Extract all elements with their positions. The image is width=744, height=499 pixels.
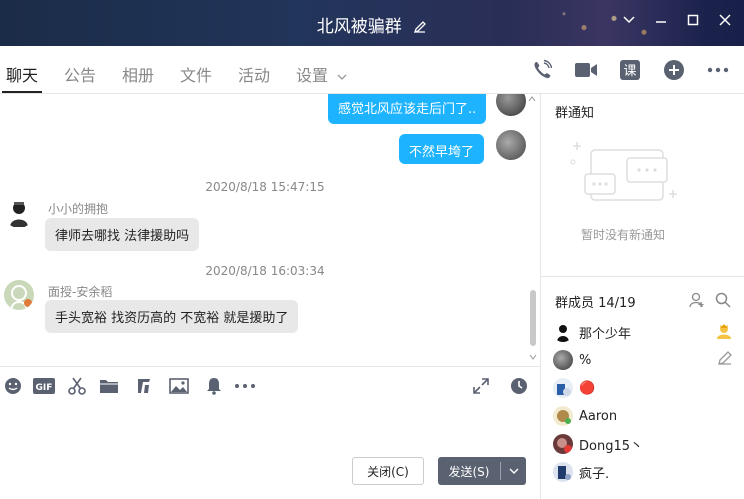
member-list-item[interactable]: 🔴 [553,376,733,400]
member-avatar [553,350,573,370]
message-sender: 面授-安余稻 [48,285,113,299]
member-avatar [553,434,573,454]
svg-text:课: 课 [623,64,636,79]
course-icon[interactable]: 课 [618,58,642,82]
tabs-bar: 聊天 公告 相册 文件 活动 设置 课 [0,46,744,94]
avatar[interactable] [4,280,34,310]
member-name: Aaron [579,408,618,424]
member-name: 🔴 [579,380,596,396]
search-icon[interactable] [715,292,731,308]
emoji-icon[interactable] [2,375,24,397]
add-icon[interactable] [662,58,686,82]
tab-announcement[interactable]: 公告 [64,62,96,86]
member-name: % [579,352,592,368]
send-button-label: 发送(S) [448,464,490,479]
notice-title: 群通知 [555,106,595,121]
maximize-icon[interactable] [684,10,702,30]
close-button[interactable]: 关闭(C) [352,457,424,485]
chat-scrollbar[interactable] [528,94,538,364]
message-timestamp: 2020/8/18 16:03:34 [205,264,325,278]
message-timestamp: 2020/8/18 15:47:15 [205,180,325,194]
message-input[interactable] [0,404,540,454]
gif-label: GIF [36,383,53,393]
member-avatar [553,378,573,398]
member-avatar [553,462,573,482]
edit-title-icon[interactable] [413,19,427,39]
close-button-label: 关闭(C) [367,464,409,479]
avatar[interactable] [496,94,526,116]
scrollbar-thumb[interactable] [530,290,536,346]
folder-icon[interactable] [98,375,120,397]
expand-icon[interactable] [470,375,492,397]
image-icon[interactable] [168,375,190,397]
more-icon[interactable] [706,58,730,82]
member-name: 疯子. [579,466,610,482]
bell-icon[interactable] [203,375,225,397]
member-list-item[interactable]: 疯子. [553,460,733,484]
history-icon[interactable] [508,375,530,397]
message-bubble-other[interactable]: 手头宽裕 找资历高的 不宽裕 就是援助了 [45,300,299,333]
member-list-item[interactable]: 那个少年 [553,320,733,344]
tab-settings-label: 设置 [296,66,329,85]
empty-notice-text: 暂时没有新通知 [581,228,666,242]
scissors-icon[interactable] [66,375,88,397]
title-bar: 北风被骗群 [0,0,744,46]
send-button[interactable]: 发送(S) [438,457,526,485]
member-list-item[interactable]: Dong15丶 [553,432,733,456]
scroll-down-icon[interactable] [529,354,537,360]
member-name: 那个少年 [579,326,632,342]
tab-settings[interactable]: 设置 [296,62,347,86]
add-member-icon[interactable] [689,292,705,308]
input-toolbar: GIF [0,366,540,404]
more-icon[interactable] [234,375,256,397]
tab-album[interactable]: 相册 [122,62,154,86]
avatar[interactable] [496,130,526,160]
edit-icon[interactable] [717,350,733,370]
group-owner-icon [715,322,733,344]
gif-icon[interactable]: GIF [32,375,56,397]
group-info-panel: 群通知 暂时没有新通知 群成员 14/19 那个少年 % 🔴 Aaron Don… [540,94,744,499]
member-list-item[interactable]: Aaron [553,404,733,428]
music-icon[interactable] [133,375,155,397]
member-list-item[interactable]: % [553,348,733,372]
tab-files[interactable]: 文件 [180,62,212,86]
chevron-down-icon [337,74,347,80]
chat-message-list[interactable]: 感觉北风应该走后门了.. 不然早垮了 2020/8/18 15:47:15 小小… [0,94,540,364]
window-title: 北风被骗群 [316,17,402,37]
active-tab-indicator [2,91,42,93]
tab-activity[interactable]: 活动 [238,62,270,86]
empty-notice-illustration [570,142,677,201]
panel-divider [541,276,744,277]
message-bubble-self[interactable]: 不然早垮了 [399,134,485,164]
close-icon[interactable] [716,10,734,30]
video-call-icon[interactable] [574,58,598,82]
member-name: Dong15丶 [579,438,643,454]
members-title: 群成员 14/19 [555,296,636,311]
tab-chat[interactable]: 聊天 [6,62,38,86]
dropdown-icon[interactable] [620,10,638,30]
phone-icon[interactable] [530,58,554,82]
avatar[interactable] [4,198,34,228]
message-bubble-other[interactable]: 律师去哪找 法律援助吗 [45,218,200,251]
member-avatar [553,406,573,426]
message-sender: 小小的拥抱 [48,202,109,216]
message-bubble-self[interactable]: 感觉北风应该走后门了.. [328,94,487,124]
minimize-icon[interactable] [652,10,670,30]
member-avatar [553,322,573,342]
send-options-chevron-icon[interactable] [501,467,526,475]
